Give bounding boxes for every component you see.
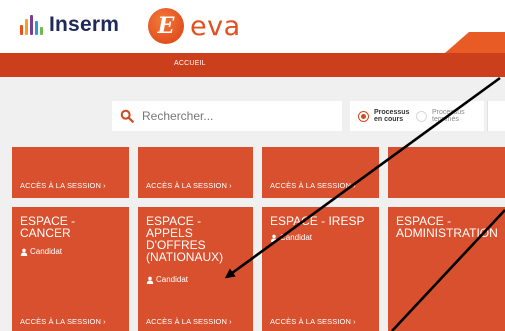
card-title: ESPACE - ADMINISTRATION: [396, 214, 498, 240]
eva-logo[interactable]: E eva: [148, 8, 241, 44]
session-link[interactable]: ACCÈS À LA SESSION ›: [146, 317, 232, 326]
radio-en-cours[interactable]: [358, 110, 369, 122]
radio-termines[interactable]: [416, 110, 427, 122]
page: Inserm E eva ACCUEIL Rechercher... Proce…: [0, 0, 505, 331]
user-icon: [20, 248, 28, 256]
eva-logo-text: eva: [190, 10, 241, 42]
session-link[interactable]: ACCÈS À LA SESSION ›: [270, 317, 356, 326]
eva-badge-icon: E: [148, 8, 184, 44]
session-card-administration[interactable]: ESPACE - ADMINISTRATION: [388, 207, 505, 331]
session-link[interactable]: ACCÈS À LA SESSION ›: [270, 181, 356, 190]
session-link[interactable]: ACCÈS À LA SESSION ›: [146, 181, 232, 190]
user-icon: [146, 276, 154, 284]
filter-extra-option[interactable]: [487, 101, 505, 131]
session-card-iresp[interactable]: ESPACE - IRESP Candidat ACCÈS À LA SESSI…: [262, 207, 379, 331]
search-input[interactable]: Rechercher...: [112, 101, 342, 131]
radio-en-cours-label[interactable]: Processus en cours: [374, 109, 410, 124]
card-title: ESPACE - CANCER: [20, 214, 76, 240]
top-header: Inserm E eva: [0, 0, 505, 53]
session-card-top-1[interactable]: ACCÈS À LA SESSION ›: [12, 147, 129, 198]
inserm-logo-text: Inserm: [49, 13, 120, 36]
session-card-top-2[interactable]: ACCÈS À LA SESSION ›: [138, 147, 253, 198]
session-card-top-3[interactable]: ACCÈS À LA SESSION ›: [262, 147, 379, 198]
card-role: Candidat: [146, 275, 188, 284]
search-row: Rechercher... Processus en cours Process…: [0, 77, 505, 147]
radio-termines-label[interactable]: Processus terminés: [432, 109, 468, 124]
search-placeholder: Rechercher...: [142, 109, 214, 123]
search-icon: [120, 109, 134, 123]
process-filter: Processus en cours Processus terminés: [350, 101, 484, 131]
session-link[interactable]: ACCÈS À LA SESSION ›: [20, 317, 106, 326]
card-role: Candidat: [20, 247, 62, 256]
header-decoration: [445, 32, 505, 53]
card-title: ESPACE - APPELS D'OFFRES (NATIONAUX): [146, 214, 224, 264]
card-title: ESPACE - IRESP: [270, 214, 365, 228]
user-icon: [270, 234, 278, 242]
session-card-appels-doffres[interactable]: ESPACE - APPELS D'OFFRES (NATIONAUX) Can…: [138, 207, 253, 331]
session-link[interactable]: ACCÈS À LA SESSION ›: [20, 181, 106, 190]
session-card-cancer[interactable]: ESPACE - CANCER Candidat ACCÈS À LA SESS…: [12, 207, 129, 331]
inserm-mark-icon: [20, 15, 43, 35]
card-role: Candidat: [270, 233, 312, 242]
main-nav: ACCUEIL: [0, 53, 505, 77]
session-card-top-4[interactable]: [388, 147, 505, 198]
nav-item-accueil[interactable]: ACCUEIL: [174, 60, 206, 67]
inserm-logo[interactable]: Inserm: [20, 13, 119, 37]
